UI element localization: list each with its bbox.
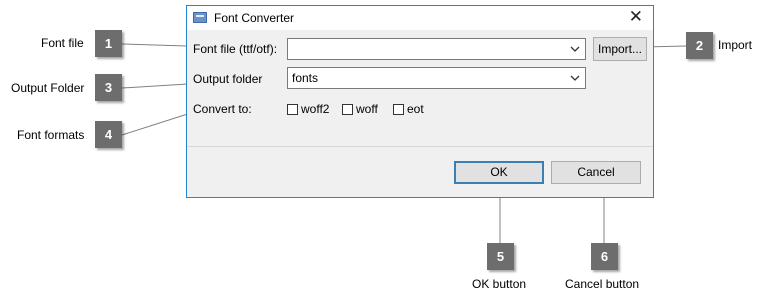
cancel-button[interactable]: Cancel <box>551 161 641 184</box>
woff2-checkbox[interactable]: woff2 <box>287 102 329 116</box>
callout-label-ok-button: OK button <box>472 277 527 291</box>
font-converter-dialog: Font Converter ✕ Font file (ttf/otf): Im… <box>186 5 654 198</box>
divider <box>187 146 653 147</box>
callout-badge-3: 3 <box>95 74 122 101</box>
font-file-label: Font file (ttf/otf): <box>193 42 278 56</box>
checkbox-box[interactable] <box>342 103 353 115</box>
callout-badge-1: 1 <box>95 30 122 57</box>
woff2-checkbox-label: woff2 <box>301 102 330 116</box>
chevron-down-icon[interactable] <box>569 41 581 57</box>
font-converter-app-icon <box>193 12 207 23</box>
output-folder-value: fonts <box>292 71 319 85</box>
dialog-title: Font Converter <box>214 11 295 25</box>
font-file-combobox[interactable] <box>287 38 586 60</box>
import-button[interactable]: Import... <box>593 37 647 61</box>
callout-label-font-file: Font file <box>41 36 84 50</box>
chevron-down-icon[interactable] <box>569 70 581 86</box>
convert-to-label: Convert to: <box>193 102 252 116</box>
output-folder-combobox[interactable]: fonts <box>287 67 586 89</box>
checkbox-box[interactable] <box>393 103 404 115</box>
callout-badge-5: 5 <box>487 243 514 270</box>
close-icon[interactable]: ✕ <box>629 8 643 26</box>
title-bar: Font Converter ✕ <box>187 6 653 30</box>
checkbox-box[interactable] <box>287 103 298 115</box>
ok-button[interactable]: OK <box>454 161 544 184</box>
callout-badge-2: 2 <box>686 32 713 59</box>
callout-badge-4: 4 <box>95 121 122 148</box>
callout-badge-6: 6 <box>591 243 618 270</box>
callout-label-output-folder: Output Folder <box>11 81 85 95</box>
eot-checkbox-label: eot <box>407 102 424 116</box>
output-folder-label: Output folder <box>193 72 263 86</box>
callout-label-font-formats: Font formats <box>17 128 85 142</box>
callout-label-cancel-button: Cancel button <box>565 277 640 291</box>
woff-checkbox[interactable]: woff <box>342 102 378 116</box>
woff-checkbox-label: woff <box>356 102 378 116</box>
eot-checkbox[interactable]: eot <box>393 102 424 116</box>
callout-label-import: Import <box>718 38 753 52</box>
